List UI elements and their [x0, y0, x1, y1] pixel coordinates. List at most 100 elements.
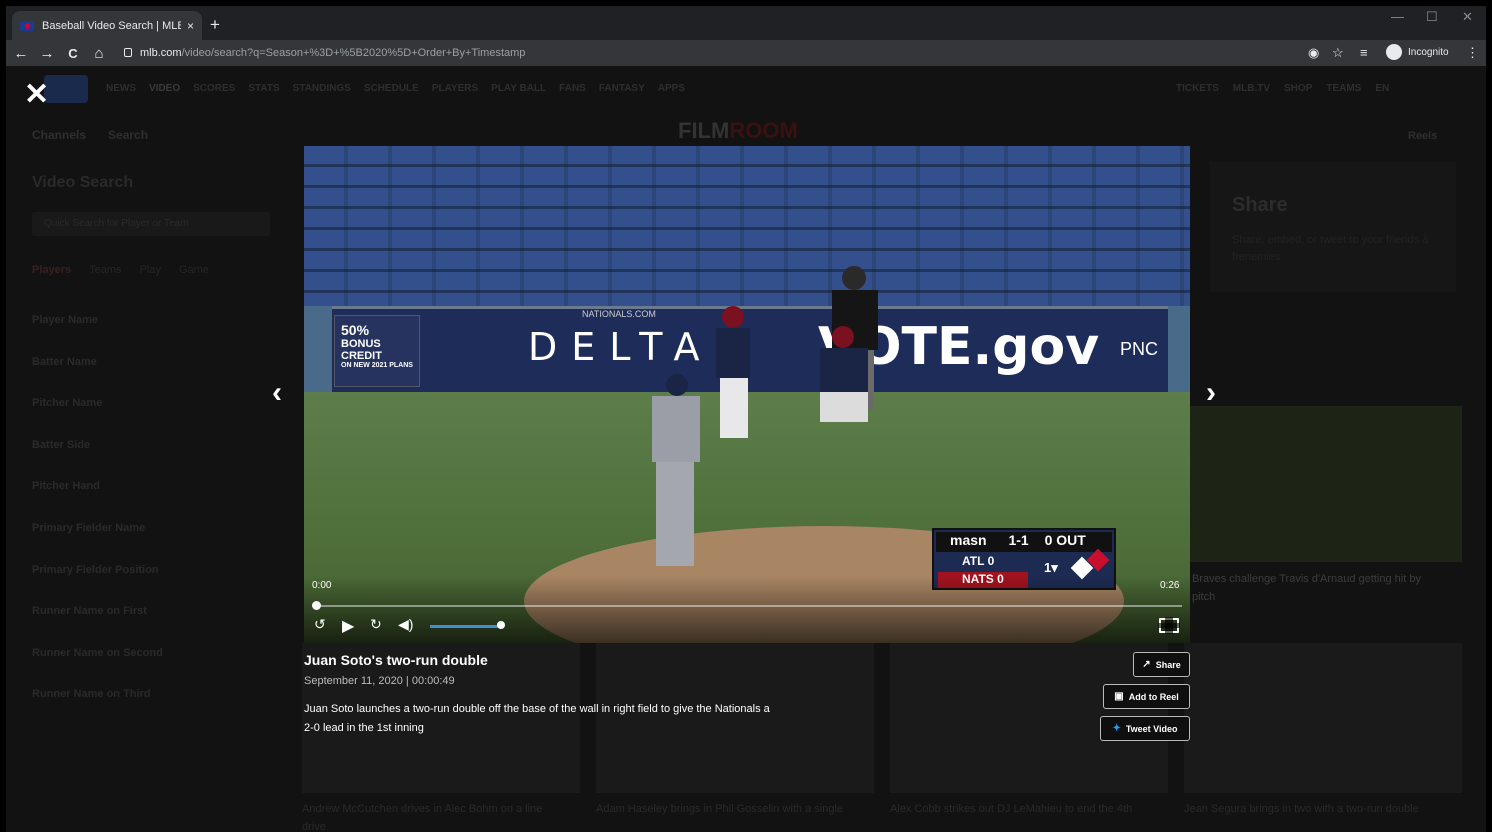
close-window-button[interactable]: ✕: [1462, 9, 1473, 25]
film-room-logo: FILMROOM: [678, 118, 798, 144]
tab-game[interactable]: Game: [179, 264, 209, 276]
filter-pitcher-hand[interactable]: Pitcher Hand: [32, 480, 272, 492]
nav-item-news[interactable]: NEWS: [106, 83, 136, 94]
mlb-nav-right: TICKETS MLB.TV SHOP TEAMS EN: [1176, 83, 1389, 94]
nav-item-schedule[interactable]: SCHEDULE: [364, 83, 419, 94]
close-modal-button[interactable]: ✕: [24, 80, 49, 110]
share-panel: Share Share, embed, or tweet to your fri…: [1210, 162, 1456, 292]
filter-batter-side[interactable]: Batter Side: [32, 439, 272, 451]
away-team-row: ATL 0: [938, 554, 1028, 570]
tab-play[interactable]: Play: [140, 264, 161, 276]
video-title: Juan Soto's two-run double: [304, 652, 488, 668]
filter-runner-name-on-first[interactable]: Runner Name on First: [32, 605, 272, 617]
channels-link[interactable]: Channels: [32, 128, 86, 142]
browser-toolbar: ← → C ⌂ mlb.com /video/search?q=Season+%…: [6, 40, 1486, 66]
nav-item-scores[interactable]: SCORES: [193, 83, 235, 94]
tab-title: Baseball Video Search | MLB Film: [42, 19, 181, 32]
forward-button[interactable]: →: [34, 45, 60, 62]
tracking-eye-icon[interactable]: ◉: [1308, 45, 1319, 61]
nav-item-standings[interactable]: STANDINGS: [293, 83, 351, 94]
nav-item-apps[interactable]: APPS: [658, 83, 685, 94]
nav-item-fantasy[interactable]: FANTASY: [599, 83, 645, 94]
bonus-line1: BONUS: [341, 338, 381, 350]
fullscreen-icon[interactable]: [1158, 617, 1180, 634]
volume-icon[interactable]: ◀): [398, 616, 413, 633]
video-thumbnail[interactable]: [1190, 406, 1462, 562]
nav-item-players[interactable]: PLAYERS: [432, 83, 478, 94]
video-thumbnail[interactable]: [1184, 643, 1462, 793]
tweet-video-button[interactable]: ✦ Tweet Video: [1100, 716, 1190, 741]
nav-item-stats[interactable]: STATS: [248, 83, 279, 94]
reload-button[interactable]: C: [60, 46, 86, 61]
tab-teams[interactable]: Teams: [89, 264, 121, 276]
share-button[interactable]: ↗ Share: [1133, 652, 1190, 677]
maximize-button[interactable]: ☐: [1426, 9, 1438, 25]
rewind-15-icon[interactable]: ↺: [314, 616, 326, 633]
incognito-indicator[interactable]: Incognito: [1386, 44, 1449, 60]
tab-close-icon[interactable]: ×: [187, 19, 194, 33]
nav-right-shop[interactable]: SHOP: [1284, 83, 1312, 94]
film-room-subbar: Channels Search: [32, 128, 148, 142]
share-label: Share: [1155, 659, 1181, 670]
home-button[interactable]: ⌂: [86, 45, 112, 62]
nav-right-teams[interactable]: TEAMS: [1326, 83, 1361, 94]
progress-track[interactable]: [316, 605, 1182, 607]
mlb-nav-items: NEWS VIDEO SCORES STATS STANDINGS SCHEDULE PLA…: [106, 83, 685, 94]
video-date: September 11, 2020 | 00:00:49: [304, 675, 455, 687]
video-card-title[interactable]: Braves challenge Travis d'Arnaud getting…: [1192, 570, 1424, 606]
video-card-title[interactable]: Alex Cobb strikes out DJ LeMahieu to end…: [890, 800, 1140, 818]
next-video-button[interactable]: ›: [1206, 376, 1216, 410]
play-icon[interactable]: ▶: [342, 616, 354, 636]
mlb-page: NEWS VIDEO SCORES STATS STANDINGS SCHEDULE PLA…: [6, 66, 1486, 832]
progress-knob[interactable]: [312, 601, 321, 610]
mlb-nav-bar: NEWS VIDEO SCORES STATS STANDINGS SCHEDULE PLA…: [6, 66, 1486, 116]
catcher-figure: [814, 326, 874, 436]
nav-item-video[interactable]: VIDEO: [149, 83, 180, 94]
filter-batter-name[interactable]: Batter Name: [32, 356, 272, 368]
add-to-reel-button[interactable]: ▣ Add to Reel: [1103, 684, 1190, 709]
search-link[interactable]: Search: [108, 128, 148, 142]
nav-right-mlb-tv[interactable]: MLB.TV: [1233, 83, 1270, 94]
video-card-title[interactable]: Adam Haseley brings in Phil Gosselin wit…: [596, 800, 846, 818]
filter-pitcher-name[interactable]: Pitcher Name: [32, 397, 272, 409]
video-card-title[interactable]: Andrew McCutchen drives in Alec Bohm on …: [302, 800, 552, 832]
nav-item-fans[interactable]: FANS: [559, 83, 586, 94]
previous-video-button[interactable]: ‹: [272, 376, 282, 410]
seat-rows: [304, 146, 1190, 306]
quick-search-input[interactable]: Quick Search for Player or Team: [32, 212, 270, 236]
bonus-line2: CREDIT: [341, 350, 382, 362]
bookmark-star-icon[interactable]: ☆: [1332, 45, 1344, 61]
volume-knob[interactable]: [497, 621, 505, 629]
bonus-line3: ON NEW 2021 PLANS: [341, 362, 413, 369]
new-tab-button[interactable]: +: [210, 15, 220, 35]
video-player[interactable]: 50% BONUS CREDIT ON NEW 2021 PLANS NATIO…: [304, 146, 1190, 643]
media-control-icon[interactable]: ≡: [1360, 45, 1368, 60]
filter-primary-fielder-name[interactable]: Primary Fielder Name: [32, 522, 272, 534]
address-bar[interactable]: mlb.com /video/search?q=Season+%3D+%5B20…: [114, 41, 1114, 64]
filter-primary-fielder-position[interactable]: Primary Fielder Position: [32, 564, 272, 576]
minimize-button[interactable]: —: [1391, 9, 1404, 24]
mlb-logo[interactable]: [44, 75, 88, 103]
nationals-com-ad: NATIONALS.COM: [582, 309, 656, 319]
bonus-pct: 50%: [341, 322, 370, 338]
forward-15-icon[interactable]: ↻: [370, 616, 382, 633]
reels-link[interactable]: Reels: [1408, 130, 1437, 142]
filter-player-name[interactable]: Player Name: [32, 314, 272, 326]
share-panel-description: Share, embed, or tweet to your friends &…: [1232, 234, 1430, 263]
browser-menu-icon[interactable]: ⋮: [1466, 45, 1479, 61]
back-button[interactable]: ←: [8, 45, 34, 62]
browser-window: Baseball Video Search | MLB Film × + — ☐…: [6, 6, 1486, 832]
browser-tab[interactable]: Baseball Video Search | MLB Film ×: [12, 11, 202, 40]
outs-label: 0 OUT: [1044, 532, 1086, 548]
nav-right-en[interactable]: EN: [1375, 83, 1389, 94]
filter-runner-name-on-second[interactable]: Runner Name on Second: [32, 647, 272, 659]
volume-slider[interactable]: [430, 625, 500, 628]
share-arrow-icon: ↗: [1142, 659, 1151, 670]
tweet-video-label: Tweet Video: [1125, 723, 1178, 734]
video-card-title[interactable]: Jean Segura brings in two with a two-run…: [1184, 800, 1434, 818]
tab-players[interactable]: Players: [32, 264, 71, 276]
nav-item-play-ball[interactable]: PLAY BALL: [491, 83, 546, 94]
nav-right-tickets[interactable]: TICKETS: [1176, 83, 1219, 94]
pitcher-figure: [640, 374, 710, 574]
filter-runner-name-on-third[interactable]: Runner Name on Third: [32, 688, 272, 700]
